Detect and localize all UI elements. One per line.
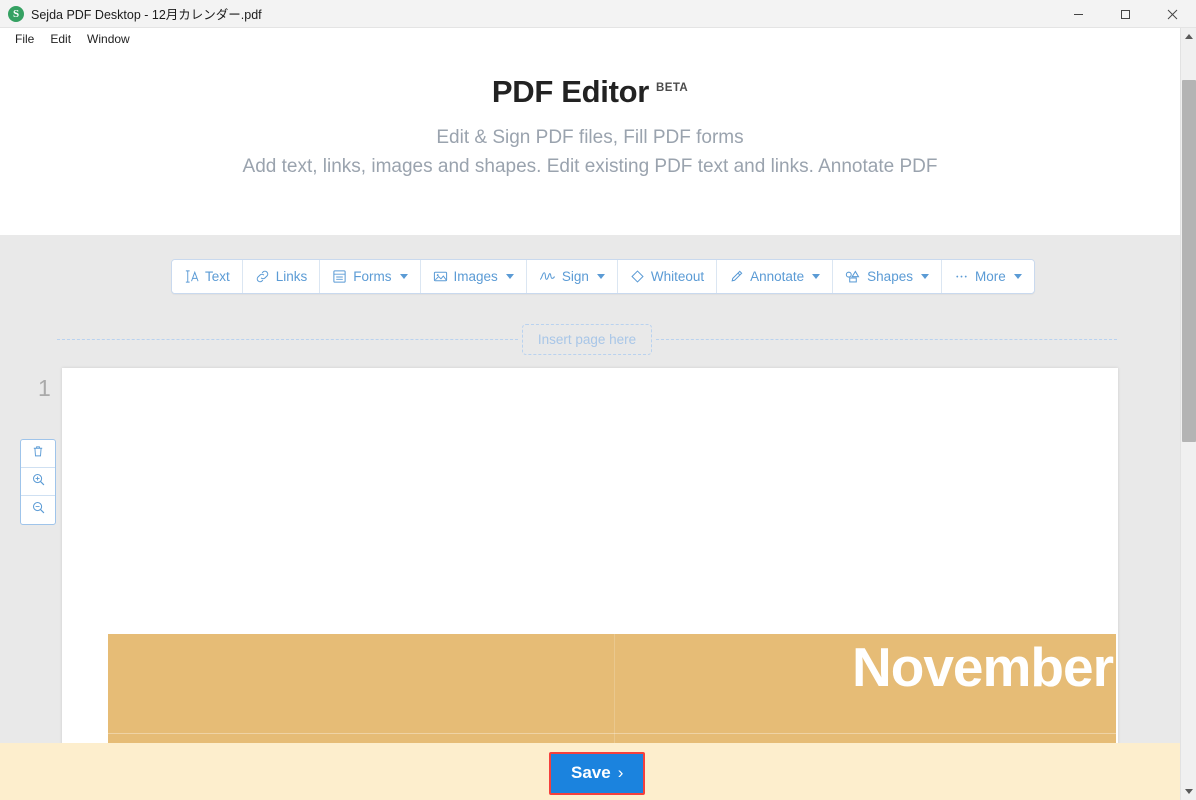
- eraser-icon: [630, 269, 645, 284]
- chevron-down-icon: [399, 274, 408, 279]
- zoom-out-icon: [31, 500, 46, 520]
- ellipsis-icon: [954, 269, 969, 284]
- toolbar-button-text-label: Text: [205, 269, 230, 284]
- calendar: November 2023 日曜日 月曜日 火曜日 水曜日 木曜日 金: [108, 634, 1116, 743]
- scroll-up-icon[interactable]: [1181, 28, 1196, 45]
- delete-page-button[interactable]: [21, 440, 55, 468]
- page-title-text: PDF Editor: [491, 74, 650, 109]
- toolbar-button-annotate-label: Annotate: [750, 269, 805, 284]
- save-bar: Save ›: [0, 743, 1180, 800]
- signature-icon: [539, 269, 556, 284]
- toolbar-button-sign-label: Sign: [561, 269, 589, 284]
- window-controls: [1055, 0, 1196, 28]
- hero-header: PDF Editor BETA Edit & Sign PDF files, Fi…: [0, 49, 1180, 235]
- calendar-month-label: November: [852, 636, 1114, 698]
- insert-divider-left: [57, 338, 518, 340]
- chevron-down-icon: [505, 274, 514, 279]
- text-cursor-icon: [184, 269, 199, 284]
- toolbar-button-annotate[interactable]: Annotate: [717, 260, 834, 293]
- chevron-right-icon: ›: [617, 763, 624, 782]
- page-title: PDF Editor BETA: [0, 74, 1180, 110]
- page-tools-panel: [20, 439, 56, 525]
- toolbar-button-links-label: Links: [275, 269, 308, 284]
- chevron-down-icon: [812, 274, 821, 279]
- toolbar-button-text[interactable]: Text: [172, 260, 243, 293]
- hero-subtitle-line1: Edit & Sign PDF files, Fill PDF forms: [436, 127, 744, 148]
- hero-subtitle-line2: Add text, links, images and shapes. Edit…: [242, 156, 938, 177]
- shapes-icon: [845, 269, 861, 284]
- toolbar-button-whiteout[interactable]: Whiteout: [617, 260, 718, 293]
- calendar-header: November 2023: [108, 634, 1116, 743]
- calendar-header-row-divider: [108, 733, 1116, 734]
- close-icon[interactable]: [1149, 0, 1196, 28]
- menu-item-window[interactable]: Window: [79, 30, 138, 48]
- link-icon: [255, 269, 270, 284]
- zoom-in-icon: [31, 472, 46, 492]
- maximize-icon[interactable]: [1102, 0, 1149, 28]
- toolbar-button-shapes-label: Shapes: [867, 269, 913, 284]
- hero-subtitle: Edit & Sign PDF files, Fill PDF forms Ad…: [0, 123, 1180, 181]
- toolbar-button-more[interactable]: More: [941, 260, 1034, 293]
- pdf-page-canvas[interactable]: November 2023 日曜日 月曜日 火曜日 水曜日 木曜日 金: [62, 368, 1118, 743]
- editor-area: Text Links Forms Images Sign Whiteout An…: [0, 235, 1180, 743]
- zoom-out-button[interactable]: [21, 496, 55, 524]
- app-logo-icon: S: [8, 5, 24, 22]
- chevron-down-icon: [596, 274, 605, 279]
- window-title: Sejda PDF Desktop - 12月カレンダー.pdf: [31, 8, 262, 22]
- zoom-in-button[interactable]: [21, 468, 55, 496]
- scroll-down-icon[interactable]: [1181, 783, 1196, 800]
- highlighter-icon: [729, 269, 744, 284]
- menu-item-edit[interactable]: Edit: [42, 30, 79, 48]
- minimize-icon[interactable]: [1055, 0, 1102, 28]
- image-icon: [433, 269, 448, 284]
- toolbar-button-sign[interactable]: Sign: [526, 260, 618, 293]
- toolbar-button-shapes[interactable]: Shapes: [833, 260, 942, 293]
- chevron-down-icon: [920, 274, 929, 279]
- toolbar-button-whiteout-label: Whiteout: [650, 269, 705, 284]
- beta-badge: BETA: [656, 81, 689, 94]
- page-number-label: 1: [38, 375, 51, 401]
- vertical-scrollbar[interactable]: [1180, 28, 1196, 800]
- menu-bar: File Edit Window: [0, 28, 1196, 49]
- toolbar-button-forms-label: Forms: [353, 269, 392, 284]
- toolbar-button-images[interactable]: Images: [420, 260, 527, 293]
- insert-divider-right: [656, 338, 1118, 340]
- save-button[interactable]: Save ›: [549, 752, 646, 795]
- application-window: S Sejda PDF Desktop - 12月カレンダー.pdf File …: [0, 0, 1196, 800]
- insert-page-row: Insert page here: [0, 321, 1180, 357]
- menu-item-file[interactable]: File: [7, 30, 42, 48]
- editor-toolbar: Text Links Forms Images Sign Whiteout An…: [171, 259, 1035, 294]
- toolbar-button-more-label: More: [974, 269, 1006, 284]
- trash-icon: [31, 444, 45, 464]
- chevron-down-icon: [1013, 274, 1022, 279]
- scrollbar-thumb[interactable]: [1182, 80, 1196, 442]
- title-bar: S Sejda PDF Desktop - 12月カレンダー.pdf: [0, 0, 1196, 28]
- toolbar-button-forms[interactable]: Forms: [320, 260, 421, 293]
- save-button-label: Save: [571, 763, 611, 782]
- toolbar-button-links[interactable]: Links: [242, 260, 321, 293]
- insert-page-button[interactable]: Insert page here: [521, 323, 653, 355]
- calendar-header-col-divider: [614, 634, 616, 743]
- toolbar-button-images-label: Images: [453, 269, 498, 284]
- form-icon: [332, 269, 347, 284]
